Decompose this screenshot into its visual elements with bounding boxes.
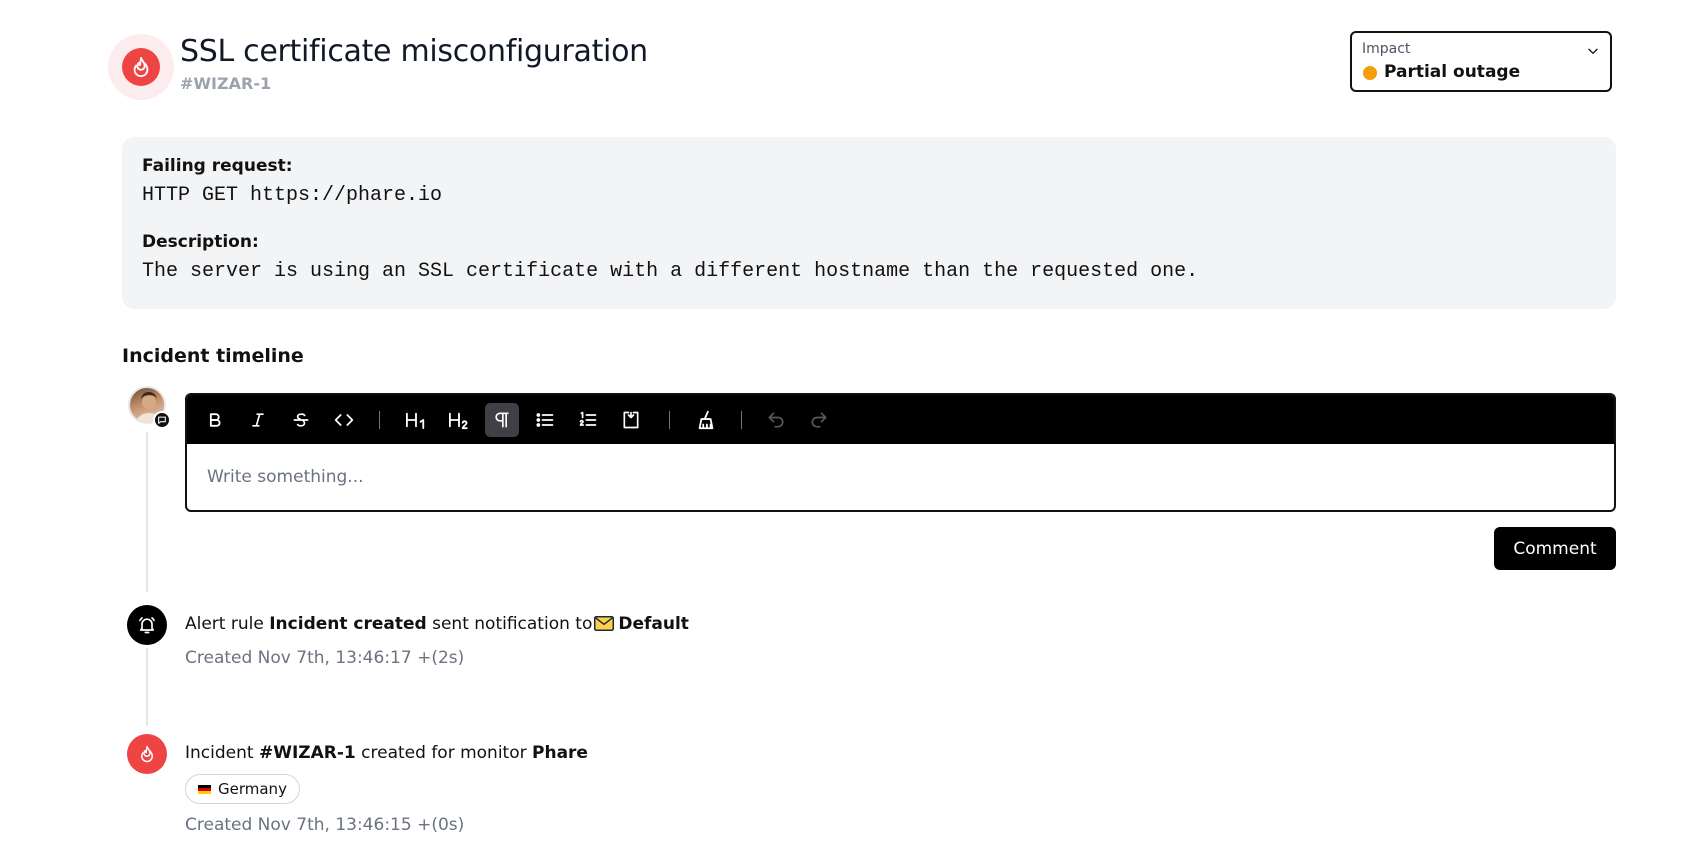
toolbar-divider bbox=[669, 411, 670, 429]
event-notification-text: Alert rule Incident created sent notific… bbox=[185, 614, 689, 634]
event-middle: created for monitor bbox=[361, 743, 527, 763]
alert-rule-name: Incident created bbox=[269, 614, 427, 634]
event-middle: sent notification to bbox=[432, 614, 593, 634]
incident-details-card: Failing request: HTTP GET https://phare.… bbox=[122, 137, 1616, 309]
event-timestamp: Created Nov 7th, 13:46:15 +(0s) bbox=[185, 815, 465, 835]
failing-request-value: HTTP GET https://phare.io bbox=[142, 184, 443, 207]
location-badge: Germany bbox=[185, 774, 300, 804]
envelope-icon bbox=[594, 616, 615, 636]
event-prefix: Incident bbox=[185, 743, 254, 763]
editor-toolbar bbox=[187, 395, 1614, 444]
germany-flag-icon bbox=[198, 784, 211, 794]
code-block-icon[interactable] bbox=[614, 403, 648, 437]
clear-format-icon[interactable] bbox=[689, 403, 723, 437]
italic-icon[interactable] bbox=[241, 403, 275, 437]
bold-icon[interactable] bbox=[198, 403, 232, 437]
timeline-connector bbox=[146, 432, 148, 592]
comment-input[interactable] bbox=[187, 444, 1614, 510]
event-timestamp: Created Nov 7th, 13:46:17 +(2s) bbox=[185, 648, 465, 668]
bullet-list-icon[interactable] bbox=[528, 403, 562, 437]
toolbar-divider bbox=[379, 411, 380, 429]
chevron-down-icon bbox=[1586, 43, 1600, 62]
monitor-link[interactable]: Phare bbox=[532, 743, 588, 763]
location-label: Germany bbox=[218, 780, 287, 798]
incident-id: #WIZAR-1 bbox=[180, 74, 272, 93]
comment-editor[interactable] bbox=[185, 393, 1616, 512]
incident-status-icon bbox=[108, 34, 174, 100]
description-value: The server is using an SSL certificate w… bbox=[142, 260, 1199, 283]
paragraph-icon[interactable] bbox=[485, 403, 519, 437]
impact-status-dot bbox=[1363, 66, 1377, 80]
timeline-title: Incident timeline bbox=[122, 345, 304, 367]
undo-icon[interactable] bbox=[759, 403, 793, 437]
strikethrough-icon[interactable] bbox=[284, 403, 318, 437]
toolbar-divider bbox=[741, 411, 742, 429]
page-title: SSL certificate misconfiguration bbox=[180, 34, 648, 69]
impact-value: Partial outage bbox=[1384, 62, 1521, 82]
flame-icon bbox=[127, 734, 167, 774]
impact-select[interactable]: Impact Partial outage bbox=[1350, 31, 1612, 92]
incident-link[interactable]: #WIZAR-1 bbox=[259, 743, 356, 763]
comment-icon bbox=[153, 411, 171, 429]
heading-2-icon[interactable] bbox=[442, 403, 476, 437]
timeline-connector bbox=[146, 648, 148, 726]
failing-request-label: Failing request: bbox=[142, 156, 293, 176]
bell-icon bbox=[127, 605, 167, 645]
ordered-list-icon[interactable] bbox=[571, 403, 605, 437]
event-prefix: Alert rule bbox=[185, 614, 264, 634]
notification-channel: Default bbox=[618, 614, 689, 634]
redo-icon[interactable] bbox=[802, 403, 836, 437]
code-icon[interactable] bbox=[327, 403, 361, 437]
event-incident-text: Incident #WIZAR-1 created for monitor Ph… bbox=[185, 743, 588, 763]
comment-button[interactable]: Comment bbox=[1494, 527, 1616, 570]
heading-1-icon[interactable] bbox=[399, 403, 433, 437]
description-label: Description: bbox=[142, 232, 259, 252]
impact-label: Impact bbox=[1362, 41, 1411, 57]
flame-icon bbox=[122, 48, 160, 86]
